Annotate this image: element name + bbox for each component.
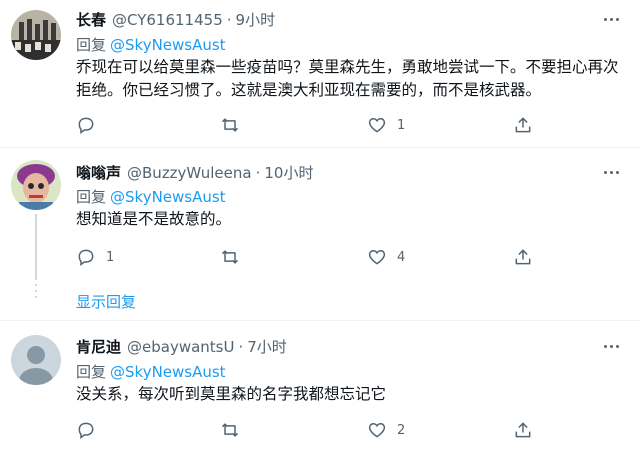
- heart-icon: [368, 249, 386, 265]
- tweet-1[interactable]: 长春 @CY61611455 · 9小时 回复 @SkyNewsAust 乔现在可以给莫…: [0, 0, 640, 147]
- reply-button[interactable]: [76, 419, 106, 441]
- tweet-text: 乔现在可以给莫里森一些疫苗吗？莫里森先生，勇敢地尝试一下。不要担心再次拒绝。你已…: [76, 58, 619, 99]
- action-bar: 1 4: [76, 246, 556, 268]
- reply-prefix: 回复: [76, 188, 107, 206]
- divider: [0, 147, 640, 148]
- retweet-button[interactable]: [220, 246, 250, 268]
- tweet-text: 想知道是不是故意的。: [76, 210, 232, 228]
- avatar[interactable]: [11, 10, 61, 60]
- separator-dot: ·: [238, 338, 244, 356]
- reply-prefix: 回复: [76, 36, 107, 54]
- chess-avatar-image: [11, 10, 61, 60]
- share-icon: [515, 117, 531, 133]
- more-options-button[interactable]: [604, 341, 626, 351]
- reply-count: 1: [106, 249, 115, 265]
- reply-context: 回复 @SkyNewsAust: [76, 34, 226, 55]
- display-name[interactable]: 肯尼迪: [76, 338, 121, 356]
- display-name[interactable]: 嗡嗡声: [76, 164, 121, 182]
- more-options-icon: [604, 344, 607, 348]
- share-icon: [515, 422, 531, 438]
- tweet-3[interactable]: 肯尼迪 @ebaywantsU · 7小时 回复 @SkyNewsAust 没关系，每次…: [0, 321, 640, 454]
- more-options-button[interactable]: [604, 167, 626, 177]
- reply-context: 回复 @SkyNewsAust: [76, 361, 226, 382]
- reply-icon: [78, 117, 94, 134]
- heart-icon: [368, 117, 386, 133]
- separator-dot: ·: [226, 11, 232, 29]
- reply-context: 回复 @SkyNewsAust: [76, 186, 226, 207]
- action-bar: 1: [76, 114, 556, 136]
- avatar[interactable]: [11, 335, 61, 385]
- heart-icon: [368, 422, 386, 438]
- more-options-button[interactable]: [604, 14, 626, 24]
- share-icon: [515, 249, 531, 265]
- reply-icon: [78, 249, 94, 266]
- more-options-icon: [604, 17, 607, 21]
- retweet-icon: [221, 118, 239, 132]
- retweet-icon: [221, 423, 239, 437]
- timestamp[interactable]: 7小时: [247, 338, 287, 356]
- reply-icon: [78, 422, 94, 439]
- more-options-icon: [604, 170, 607, 174]
- reply-button[interactable]: 1: [76, 246, 114, 268]
- retweet-button[interactable]: [220, 114, 250, 136]
- display-name[interactable]: 长春: [76, 11, 106, 29]
- thread-line: [35, 214, 37, 280]
- like-count: 2: [397, 422, 406, 438]
- action-bar: 2: [76, 419, 556, 441]
- mention-link[interactable]: @SkyNewsAust: [110, 188, 226, 206]
- author-line: 嗡嗡声 @BuzzyWuleena · 10小时: [76, 162, 313, 183]
- cartoon-avatar-image: [11, 160, 61, 210]
- reply-prefix: 回复: [76, 363, 107, 381]
- like-button[interactable]: 4: [367, 246, 405, 268]
- like-button[interactable]: 1: [367, 114, 405, 136]
- timestamp[interactable]: 10小时: [264, 164, 313, 182]
- share-button[interactable]: [513, 114, 533, 136]
- like-button[interactable]: 2: [367, 419, 405, 441]
- retweet-icon: [221, 250, 239, 264]
- tweet-text: 没关系，每次听到莫里森的名字我都想忘记它: [76, 385, 387, 403]
- reply-button[interactable]: [76, 114, 106, 136]
- avatar[interactable]: [11, 160, 61, 210]
- like-count: 4: [397, 249, 406, 265]
- mention-link[interactable]: @SkyNewsAust: [110, 363, 226, 381]
- timestamp[interactable]: 9小时: [236, 11, 276, 29]
- separator-dot: ·: [255, 164, 261, 182]
- author-line: 长春 @CY61611455 · 9小时: [76, 9, 275, 30]
- user-handle[interactable]: @ebaywantsU: [127, 338, 234, 356]
- retweet-button[interactable]: [220, 419, 250, 441]
- share-button[interactable]: [513, 419, 533, 441]
- like-count: 1: [397, 117, 406, 133]
- show-replies-link[interactable]: 显示回复: [76, 291, 136, 312]
- mention-link[interactable]: @SkyNewsAust: [110, 36, 226, 54]
- user-handle[interactable]: @CY61611455: [112, 11, 223, 29]
- share-button[interactable]: [513, 246, 533, 268]
- default-user-icon: [11, 335, 61, 385]
- tweet-2[interactable]: 嗡嗡声 @BuzzyWuleena · 10小时 回复 @SkyNewsAust 想知道…: [0, 149, 640, 319]
- user-handle[interactable]: @BuzzyWuleena: [127, 164, 252, 182]
- author-line: 肯尼迪 @ebaywantsU · 7小时: [76, 336, 287, 357]
- thread-gap-dots: [35, 284, 37, 302]
